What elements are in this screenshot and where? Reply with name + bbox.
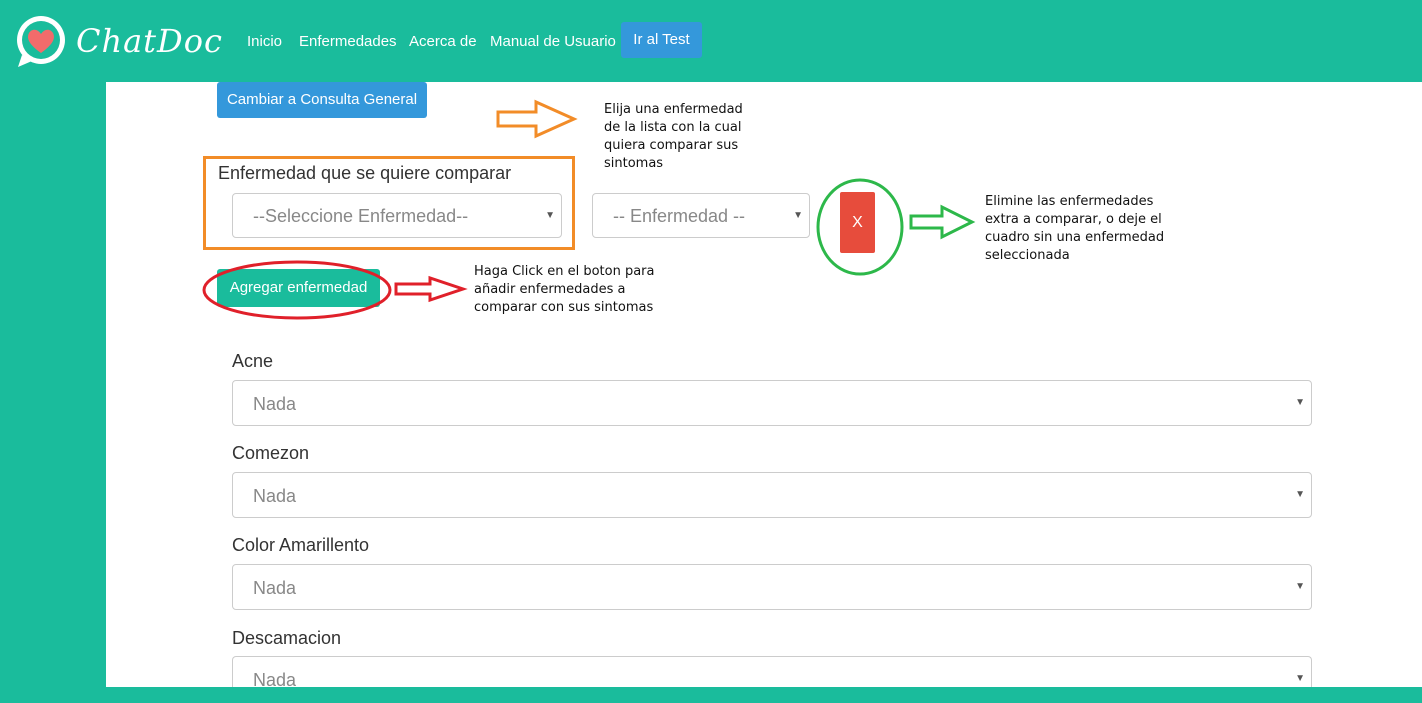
note-line: extra a comparar, o deje el bbox=[985, 212, 1162, 227]
disease-select-value: --Seleccione Enfermedad-- bbox=[253, 206, 469, 226]
caret-down-icon: ▼ bbox=[1295, 489, 1305, 500]
note-line: seleccionada bbox=[985, 248, 1070, 263]
caret-down-icon: ▼ bbox=[1295, 397, 1305, 408]
note-line: sintomas bbox=[604, 156, 664, 171]
symptom-select-acne[interactable]: Nada ▼ bbox=[232, 380, 1312, 426]
heart-chat-bubble-icon[interactable] bbox=[14, 15, 68, 69]
note-line: añadir enfermedades a bbox=[474, 282, 626, 297]
add-disease-button[interactable]: Agregar enfermedad bbox=[217, 269, 380, 307]
test-button[interactable]: Ir al Test bbox=[621, 22, 702, 58]
note-line: quiera comparar sus bbox=[604, 138, 739, 153]
choose-disease-note: Elija una enfermedad de la lista con la … bbox=[604, 101, 743, 173]
symptom-select-value: Nada bbox=[253, 578, 297, 598]
note-line: Haga Click en el boton para bbox=[474, 264, 655, 279]
nav-link-acerca-de[interactable]: Acerca de bbox=[409, 33, 477, 50]
symptom-label-descamacion: Descamacion bbox=[232, 628, 342, 648]
symptom-select-value: Nada bbox=[253, 670, 297, 690]
symptom-select-value: Nada bbox=[253, 394, 297, 414]
caret-down-icon: ▼ bbox=[1295, 581, 1305, 592]
symptom-select-value: Nada bbox=[253, 486, 297, 506]
extra-disease-select[interactable]: -- Enfermedad -- ▼ bbox=[592, 193, 810, 238]
compare-label: Enfermedad que se quiere comparar bbox=[218, 163, 512, 183]
extra-disease-select-value: -- Enfermedad -- bbox=[613, 206, 746, 226]
caret-down-icon: ▼ bbox=[545, 210, 555, 221]
nav-link-inicio[interactable]: Inicio bbox=[247, 33, 282, 50]
symptom-select-descamacion[interactable]: Nada ▼ bbox=[232, 656, 1312, 690]
note-line: Elimine las enfermedades bbox=[985, 194, 1154, 209]
caret-down-icon: ▼ bbox=[1295, 673, 1305, 684]
symptom-select-color-amarillento[interactable]: Nada ▼ bbox=[232, 564, 1312, 610]
symptom-select-comezon[interactable]: Nada ▼ bbox=[232, 472, 1312, 518]
note-line: comparar con sus sintomas bbox=[474, 300, 654, 315]
remove-disease-note: Elimine las enfermedades extra a compara… bbox=[985, 193, 1164, 265]
symptom-label-color-amarillento: Color Amarillento bbox=[232, 535, 370, 555]
nav-link-manual-de-usuario[interactable]: Manual de Usuario bbox=[490, 33, 616, 50]
caret-down-icon: ▼ bbox=[793, 210, 803, 221]
add-disease-note: Haga Click en el boton para añadir enfer… bbox=[474, 263, 654, 317]
disease-select[interactable]: --Seleccione Enfermedad-- ▼ bbox=[232, 193, 562, 238]
symptom-label-acne: Acne bbox=[232, 351, 274, 371]
brand-name[interactable]: ChatDoc bbox=[76, 22, 223, 60]
nav-link-enfermedades[interactable]: Enfermedades bbox=[299, 33, 397, 50]
remove-disease-button[interactable]: X bbox=[840, 192, 875, 253]
symptom-label-comezon: Comezon bbox=[232, 443, 310, 463]
note-line: Elija una enfermedad bbox=[604, 102, 743, 117]
note-line: de la lista con la cual bbox=[604, 120, 742, 135]
note-line: cuadro sin una enfermedad bbox=[985, 230, 1165, 245]
navbar: ChatDoc Inicio Enfermedades Acerca de Ma… bbox=[0, 0, 1422, 82]
general-consult-button[interactable]: Cambiar a Consulta General bbox=[217, 82, 427, 118]
